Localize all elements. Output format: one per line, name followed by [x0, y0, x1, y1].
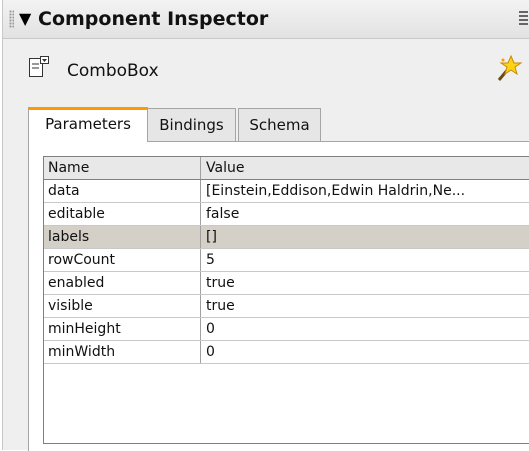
table-row[interactable]: minHeight 0: [44, 318, 529, 341]
column-header-value[interactable]: Value: [201, 157, 529, 179]
table-row[interactable]: minWidth 0: [44, 341, 529, 364]
tab-schema[interactable]: Schema: [238, 108, 321, 141]
component-icon: [29, 56, 49, 77]
panel-title: Component Inspector: [38, 8, 269, 30]
param-value[interactable]: false: [201, 203, 529, 225]
param-name: minWidth: [44, 341, 201, 363]
table-row-selected[interactable]: labels []: [44, 226, 529, 249]
component-name: ComboBox: [67, 61, 159, 81]
param-name: data: [44, 180, 201, 202]
grid-header: Name Value: [44, 157, 529, 180]
param-name: labels: [44, 226, 201, 248]
param-value[interactable]: []: [201, 226, 529, 248]
component-inspector-panel: ▼ Component Inspector ComboBox Parameter…: [2, 0, 529, 451]
param-value[interactable]: 0: [201, 318, 529, 340]
param-value[interactable]: 5: [201, 249, 529, 271]
param-value[interactable]: true: [201, 295, 529, 317]
tab-parameters[interactable]: Parameters: [28, 107, 148, 142]
column-header-name[interactable]: Name: [44, 157, 201, 179]
table-row[interactable]: data [Einstein,Eddison,Edwin Haldrin,Ne.…: [44, 180, 529, 203]
param-name: minHeight: [44, 318, 201, 340]
param-value[interactable]: [Einstein,Eddison,Edwin Haldrin,Ne...: [201, 180, 529, 202]
table-row[interactable]: enabled true: [44, 272, 529, 295]
tab-bindings[interactable]: Bindings: [147, 108, 236, 141]
parameters-grid: Name Value data [Einstein,Eddison,Edwin …: [43, 156, 529, 444]
parameters-content: Name Value data [Einstein,Eddison,Edwin …: [28, 141, 529, 451]
drag-grip-icon[interactable]: [9, 10, 14, 28]
param-name: enabled: [44, 272, 201, 294]
table-row[interactable]: visible true: [44, 295, 529, 318]
param-name: visible: [44, 295, 201, 317]
panel-titlebar[interactable]: ▼ Component Inspector: [3, 0, 529, 39]
param-name: editable: [44, 203, 201, 225]
param-value[interactable]: 0: [201, 341, 529, 363]
param-value[interactable]: true: [201, 272, 529, 294]
collapse-triangle-icon[interactable]: ▼: [19, 11, 31, 27]
table-row[interactable]: rowCount 5: [44, 249, 529, 272]
panel-options-menu-icon[interactable]: [519, 11, 528, 26]
magic-wand-icon[interactable]: [493, 54, 523, 84]
table-row[interactable]: editable false: [44, 203, 529, 226]
param-name: rowCount: [44, 249, 201, 271]
